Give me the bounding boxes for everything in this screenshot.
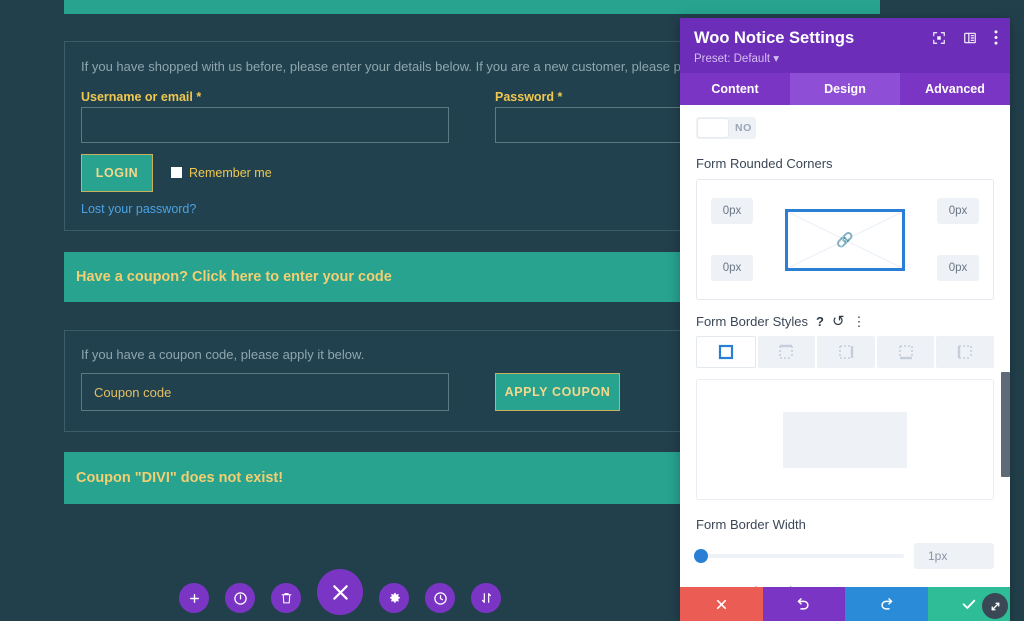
toggle-knob bbox=[698, 119, 728, 137]
modal-preset-selector[interactable]: Preset: Default ▾ bbox=[694, 51, 996, 65]
close-icon[interactable] bbox=[317, 569, 363, 615]
border-width-value[interactable]: 1px bbox=[914, 543, 994, 569]
tab-design[interactable]: Design bbox=[790, 73, 900, 105]
border-preview bbox=[696, 379, 994, 500]
corner-top-right-input[interactable]: 0px bbox=[937, 198, 979, 224]
border-style-bottom[interactable] bbox=[876, 336, 935, 368]
login-form-box: If you have shopped with us before, plea… bbox=[64, 41, 863, 231]
settings-modal: Woo Notice Settings Preset: Default ▾ Co… bbox=[680, 18, 1010, 621]
remember-me-label: Remember me bbox=[189, 165, 272, 180]
remember-me-checkbox[interactable] bbox=[171, 167, 182, 179]
redo-button[interactable] bbox=[845, 587, 928, 621]
border-width-label: Form Border Width bbox=[696, 517, 806, 532]
builder-toolbar bbox=[0, 569, 680, 621]
coupon-toggle-notice[interactable]: Have a coupon? Click here to enter your … bbox=[64, 252, 744, 302]
apply-coupon-button[interactable]: APPLY COUPON bbox=[495, 373, 620, 411]
corner-bottom-left-input[interactable]: 0px bbox=[711, 255, 753, 281]
modal-scrollbar-thumb[interactable] bbox=[1001, 372, 1010, 477]
border-preview-inner bbox=[783, 411, 907, 468]
corner-top-left-input[interactable]: 0px bbox=[711, 198, 753, 224]
trash-icon[interactable] bbox=[271, 583, 301, 613]
focus-icon[interactable] bbox=[932, 31, 946, 50]
corner-bottom-right-input[interactable]: 0px bbox=[937, 255, 979, 281]
border-color-label: Form Border Color bbox=[696, 584, 994, 587]
resize-handle[interactable] bbox=[982, 593, 1008, 619]
undo-button[interactable] bbox=[762, 587, 845, 621]
remember-me-row[interactable]: Remember me bbox=[171, 164, 272, 182]
border-style-options bbox=[696, 336, 994, 368]
toggle-value: NO bbox=[735, 122, 752, 134]
border-style-all[interactable] bbox=[696, 336, 756, 368]
checkout-page: If you have shopped with us before, plea… bbox=[0, 0, 863, 621]
border-width-control: 1px bbox=[694, 543, 994, 569]
discard-button[interactable] bbox=[680, 587, 763, 621]
modal-body: NO Form Rounded Corners 0px 0px 0px 0px … bbox=[680, 105, 1010, 587]
history-icon[interactable] bbox=[425, 583, 455, 613]
toggle-switch[interactable]: NO bbox=[696, 117, 756, 139]
visibility-toggle-row: NO bbox=[696, 117, 994, 139]
corner-preview: 🔗 bbox=[785, 208, 905, 271]
border-width-slider[interactable] bbox=[694, 549, 904, 563]
tab-advanced[interactable]: Advanced bbox=[900, 73, 1010, 105]
sort-icon[interactable] bbox=[471, 583, 501, 613]
reset-icon[interactable]: ↺ bbox=[832, 314, 845, 329]
coupon-intro-text: If you have a coupon code, please apply … bbox=[81, 347, 365, 362]
border-style-right[interactable] bbox=[817, 336, 875, 368]
link-icon[interactable]: 🔗 bbox=[836, 231, 853, 248]
username-input[interactable] bbox=[81, 107, 449, 143]
coupon-form-box: If you have a coupon code, please apply … bbox=[64, 330, 744, 432]
rounded-corners-label: Form Rounded Corners bbox=[696, 156, 833, 171]
username-label: Username or email * bbox=[81, 90, 202, 104]
lost-password-link[interactable]: Lost your password? bbox=[81, 202, 196, 216]
slider-knob[interactable] bbox=[694, 549, 708, 563]
login-button[interactable]: LOGIN bbox=[81, 154, 153, 192]
tab-content[interactable]: Content bbox=[680, 73, 790, 105]
layout-icon[interactable] bbox=[963, 31, 977, 50]
border-styles-header: Form Border Styles ? ↺ ⋮ bbox=[696, 314, 994, 329]
login-intro-text: If you have shopped with us before, plea… bbox=[81, 59, 729, 74]
more-vertical-icon[interactable] bbox=[994, 30, 998, 50]
chevron-down-icon: ▾ bbox=[773, 53, 780, 65]
coupon-error-text: Coupon "DIVI" does not exist! bbox=[76, 470, 284, 486]
gear-icon[interactable] bbox=[379, 583, 409, 613]
password-label: Password * bbox=[495, 90, 563, 104]
modal-preset-label: Preset: Default bbox=[694, 53, 771, 65]
border-styles-label: Form Border Styles bbox=[696, 314, 808, 329]
more-options-icon[interactable]: ⋮ bbox=[853, 315, 866, 328]
modal-header-icons bbox=[932, 30, 998, 50]
border-style-top[interactable] bbox=[757, 336, 816, 368]
power-icon[interactable] bbox=[225, 583, 255, 613]
coupon-error-notice: Coupon "DIVI" does not exist! bbox=[64, 452, 744, 504]
modal-footer bbox=[680, 587, 1010, 621]
rounded-corners-control: 0px 0px 0px 0px 🔗 bbox=[696, 179, 994, 300]
coupon-code-input[interactable] bbox=[81, 373, 449, 411]
modal-header: Woo Notice Settings Preset: Default ▾ bbox=[680, 18, 1010, 73]
border-style-left[interactable] bbox=[936, 336, 994, 368]
help-icon[interactable]: ? bbox=[816, 315, 824, 328]
coupon-toggle-text: Have a coupon? Click here to enter your … bbox=[76, 269, 392, 285]
modal-tabs: Content Design Advanced bbox=[680, 73, 1010, 105]
add-icon[interactable] bbox=[179, 583, 209, 613]
